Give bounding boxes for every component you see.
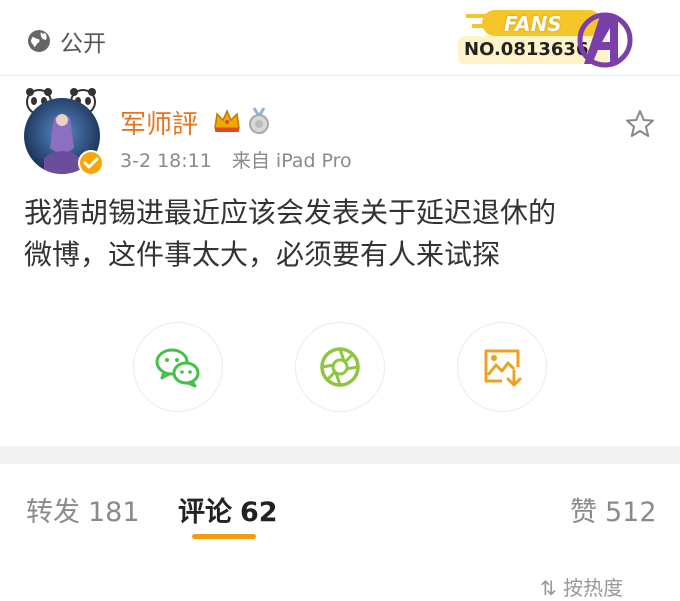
sort-icon: ⇅ xyxy=(540,576,564,600)
fans-number: NO.0813636 xyxy=(464,39,589,60)
privacy-indicator[interactable]: 公开 xyxy=(26,24,106,58)
top-bar: 公开 FANS NO.0813636 xyxy=(0,0,680,76)
medal-icon xyxy=(249,107,269,134)
share-moments-button[interactable] xyxy=(295,322,385,412)
post-header: 军师評 3-2 18:11 来自 iPad Pro xyxy=(0,76,680,186)
post-text-line: 微博，这件事太大，必须要有人来试探 xyxy=(24,238,501,271)
post-text-line: 我猜胡锡进最近应该会发表关于延迟退休的 xyxy=(24,196,557,229)
share-row xyxy=(0,322,680,418)
interaction-tabs: 转发 181 评论 62 赞 512 ⇅ 按热度 xyxy=(0,464,680,600)
moments-aperture-icon xyxy=(320,347,360,387)
wechat-icon xyxy=(155,348,200,388)
post-text: 我猜胡锡进最近应该会发表关于延迟退休的 微博，这件事太大，必须要有人来试探 xyxy=(24,192,664,276)
share-wechat-button[interactable] xyxy=(133,322,223,412)
tab-like[interactable]: 赞 512 xyxy=(570,490,657,529)
sort-label: 按热度 xyxy=(563,576,624,600)
globe-icon xyxy=(28,30,50,52)
save-image-button[interactable] xyxy=(457,322,547,412)
active-tab-indicator xyxy=(192,534,256,539)
tab-repost-count: 181 xyxy=(88,497,140,528)
tab-comment[interactable]: 评论 62 xyxy=(178,490,278,529)
favorite-star-icon[interactable] xyxy=(624,108,656,140)
tab-repost-label: 转发 xyxy=(26,497,80,528)
tab-comment-label: 评论 xyxy=(178,497,232,528)
tab-like-label: 赞 xyxy=(570,497,597,528)
fans-title: FANS xyxy=(504,12,562,36)
tab-comment-count: 62 xyxy=(240,497,278,528)
image-download-icon xyxy=(484,349,522,387)
tab-like-count: 512 xyxy=(605,497,657,528)
post-source[interactable]: 来自 iPad Pro xyxy=(232,150,352,172)
section-divider xyxy=(0,446,680,464)
fans-badge[interactable]: FANS NO.0813636 xyxy=(458,4,636,70)
tab-repost[interactable]: 转发 181 xyxy=(26,490,140,529)
post-meta: 3-2 18:11 来自 iPad Pro xyxy=(120,146,352,173)
author-name[interactable]: 军师評 xyxy=(120,104,198,141)
avengers-a-logo-icon xyxy=(577,12,633,68)
privacy-label: 公开 xyxy=(60,31,106,57)
crown-icon xyxy=(214,109,240,132)
post-date: 3-2 18:11 xyxy=(120,150,212,172)
verified-badge-icon xyxy=(78,150,104,176)
sort-by-heat[interactable]: ⇅ 按热度 xyxy=(540,572,623,601)
